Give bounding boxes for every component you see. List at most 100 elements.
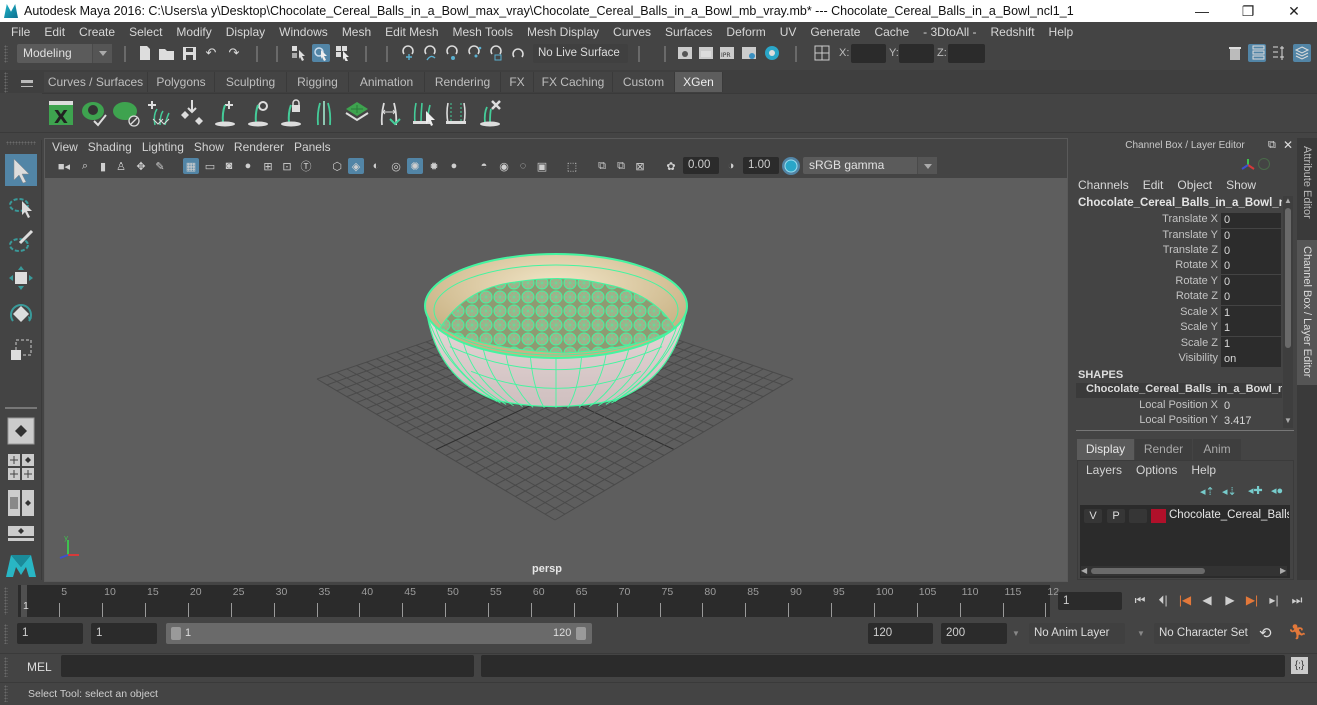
snap-point-icon[interactable] [444, 44, 462, 62]
attribute-value[interactable]: 1 [1221, 306, 1281, 321]
layer-tab-display[interactable]: Display [1077, 439, 1134, 460]
side-tab-channel-box[interactable]: Channel Box / Layer Editor [1297, 240, 1317, 385]
menu-mesh[interactable]: Mesh [335, 25, 378, 39]
depth-of-field-icon[interactable]: ▣ [534, 158, 550, 174]
attribute-value[interactable]: 0 [1221, 213, 1281, 228]
attribute-value[interactable]: 0 [1221, 259, 1281, 274]
playback-end-input[interactable]: 120 [868, 623, 933, 644]
channel-box-scrollbar[interactable] [1283, 196, 1293, 428]
snap-curve-icon[interactable] [422, 44, 440, 62]
bookmark-icon[interactable]: ▮ [95, 158, 111, 174]
scrollbar-thumb[interactable] [1285, 208, 1291, 348]
select-component-icon[interactable] [334, 44, 352, 62]
gamma-input[interactable]: 1.00 [743, 157, 779, 174]
paint-select-tool-icon[interactable] [5, 226, 37, 258]
character-set-chevron-icon[interactable]: ▼ [1137, 629, 1145, 638]
shelf-tab-fx-caching[interactable]: FX Caching [534, 72, 613, 92]
resolution-gate-icon[interactable]: ◙ [221, 158, 237, 174]
attribute-value[interactable]: 1 [1221, 337, 1281, 352]
x-input[interactable] [851, 44, 886, 63]
attribute-row[interactable]: Rotate Y0 [1076, 275, 1282, 290]
attribute-value[interactable]: 0 [1221, 244, 1281, 259]
anim-layer-field[interactable]: No Anim Layer [1029, 623, 1125, 644]
channel-box-menu-edit[interactable]: Edit [1143, 178, 1164, 194]
layer-menu-layers[interactable]: Layers [1086, 463, 1122, 477]
animation-preferences-icon[interactable]: 🏃︎ [1288, 623, 1307, 641]
channel-box-axis-icon[interactable] [1240, 157, 1256, 176]
menu-generate[interactable]: Generate [803, 25, 867, 39]
safe-title-icon[interactable]: Ⓣ [298, 158, 314, 174]
shelf-tab-xgen[interactable]: XGen [675, 72, 723, 92]
color-space-dropdown[interactable]: sRGB gamma [803, 157, 937, 174]
layer-tab-render[interactable]: Render [1135, 439, 1192, 460]
current-frame-input[interactable]: 1 [1058, 592, 1122, 610]
y-input[interactable] [899, 44, 934, 63]
attribute-row[interactable]: Local Position X0 [1076, 399, 1282, 414]
attribute-row[interactable]: Rotate Z0 [1076, 290, 1282, 305]
menu-help[interactable]: Help [1042, 25, 1081, 39]
play-backwards-icon[interactable]: ◀ [1198, 592, 1216, 608]
snap-live-icon[interactable] [488, 44, 506, 62]
attribute-row[interactable]: Scale Z1 [1076, 337, 1282, 352]
menu-redshift[interactable]: Redshift [984, 25, 1042, 39]
shelf-tab-sculpting[interactable]: Sculpting [215, 72, 287, 92]
camera-attributes-icon[interactable]: ⌕ [77, 158, 93, 174]
default-material-icon[interactable]: ◐ [368, 158, 384, 174]
auto-key-icon[interactable]: ⟲ [1259, 624, 1272, 642]
add-guides-icon[interactable] [145, 98, 173, 128]
redo-icon[interactable]: ↷ [225, 44, 243, 62]
select-hierarchy-icon[interactable] [290, 44, 308, 62]
use-lights-icon[interactable]: ✹ [426, 158, 442, 174]
close-button[interactable]: ✕ [1271, 0, 1317, 22]
layer-menu-options[interactable]: Options [1136, 463, 1177, 477]
guide-rebuild-icon[interactable] [376, 98, 404, 128]
attribute-value[interactable]: 0 [1221, 399, 1281, 414]
play-forwards-icon[interactable]: ▶ [1221, 592, 1239, 608]
scroll-up-icon[interactable]: ▲ [1284, 196, 1292, 205]
xgen-editor-icon[interactable]: X [47, 98, 75, 128]
menu-file[interactable]: File [4, 25, 37, 39]
tool-settings-icon[interactable] [1270, 44, 1288, 62]
new-layer-from-selected-icon[interactable]: ◂● [1271, 484, 1283, 497]
attribute-value[interactable]: on [1221, 352, 1281, 367]
lasso-tool-icon[interactable] [5, 190, 37, 222]
move-layer-down-icon[interactable]: ◂⇣ [1222, 485, 1237, 498]
color-management-icon[interactable] [782, 157, 800, 175]
select-guides-icon[interactable] [410, 98, 438, 128]
shadows-icon[interactable]: ● [446, 158, 462, 174]
viewport-menu-lighting[interactable]: Lighting [140, 140, 192, 154]
menu-modify[interactable]: Modify [169, 25, 218, 39]
animation-start-input[interactable]: 1 [17, 623, 83, 644]
layer-playback-toggle[interactable]: P [1107, 509, 1125, 523]
menu-3dtoall[interactable]: - 3DtoAll - [916, 25, 983, 39]
attribute-row[interactable]: Scale X1 [1076, 306, 1282, 321]
attribute-row[interactable]: Rotate X0 [1076, 259, 1282, 274]
select-tool-icon[interactable] [5, 154, 37, 186]
modeling-toolkit-icon[interactable] [1226, 44, 1244, 62]
shelf-tab-curves-surfaces[interactable]: Curves / Surfaces [44, 72, 148, 92]
command-input[interactable] [61, 655, 474, 677]
3d-viewport[interactable]: y [45, 178, 1067, 581]
xgen-preview-icon[interactable] [80, 98, 108, 128]
add-guide-icon[interactable] [211, 98, 239, 128]
hypershade-icon[interactable] [763, 44, 781, 62]
render-current-frame-icon[interactable] [697, 44, 715, 62]
wireframe-icon[interactable]: ⬡ [329, 158, 345, 174]
playback-start-input[interactable]: 1 [91, 623, 157, 644]
textured-icon[interactable]: ◎ [388, 158, 404, 174]
time-slider[interactable]: 1 5 10 15 20 25 30 35 40 45 50 55 60 65 70 75 80 85 90 95 1… [18, 585, 1059, 617]
snap-grid-icon[interactable] [400, 44, 418, 62]
viewport-menu-show[interactable]: Show [192, 140, 232, 154]
gate-mask-icon[interactable]: ● [240, 158, 256, 174]
script-language-toggle[interactable]: MEL [27, 660, 52, 674]
shelf-tab-rendering[interactable]: Rendering [425, 72, 501, 92]
wireframe-on-shaded-icon[interactable]: ✺ [407, 158, 423, 174]
step-back-key-icon[interactable]: |◀ [1176, 592, 1194, 608]
script-editor-icon[interactable]: {;} [1291, 657, 1308, 674]
layer-display-type-toggle[interactable] [1129, 509, 1147, 523]
layer-color-swatch[interactable] [1151, 509, 1166, 523]
restore-button[interactable]: ❐ [1225, 0, 1271, 22]
channel-box-toggle-icon[interactable] [1293, 44, 1311, 62]
shape-node-name[interactable]: Chocolate_Cereal_Balls_in_a_Bowl_n... [1076, 383, 1282, 398]
xray-joints-icon[interactable]: ⊠ [632, 158, 648, 174]
